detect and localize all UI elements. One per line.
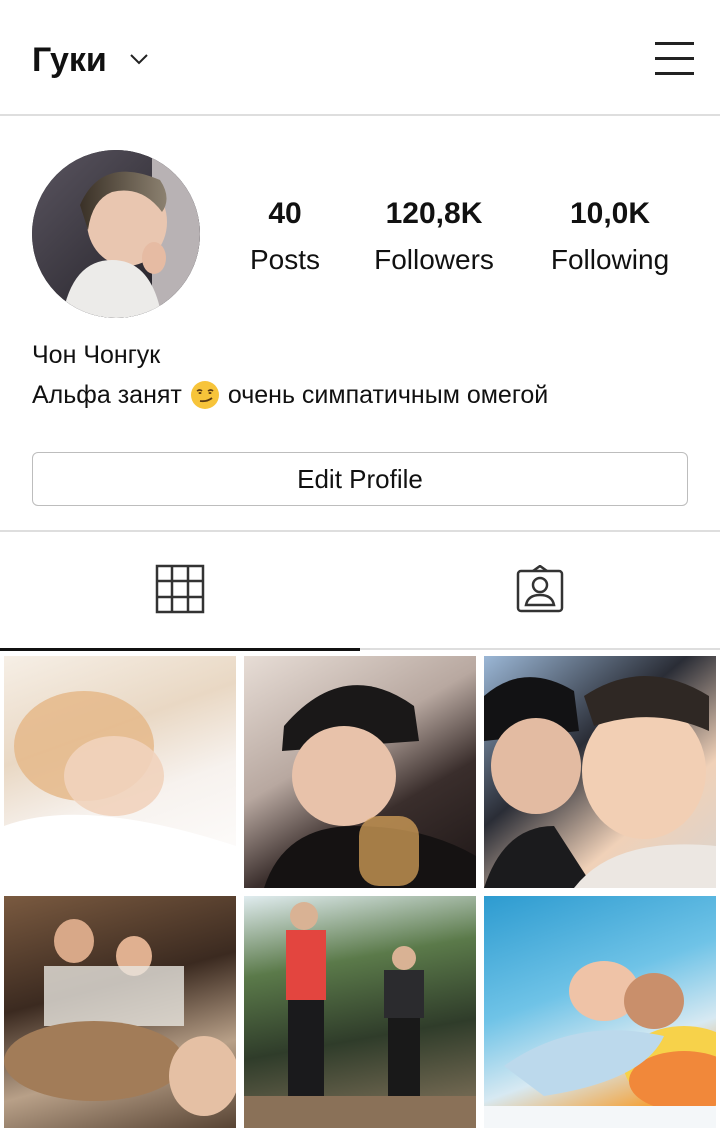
followers-count: 120,8K [385, 197, 483, 230]
posts-label: Posts [249, 244, 321, 275]
posts-count: 40 [268, 197, 302, 230]
post-thumbnail-4[interactable] [4, 896, 236, 1128]
tab-tagged[interactable] [360, 532, 720, 650]
posts-stat[interactable]: 40 Posts [230, 196, 340, 278]
tab-divider [360, 648, 720, 650]
profile-full-name: Чон Чонгук [32, 341, 161, 369]
profile-bio: Альфа занят очень симпатичным омегой [32, 378, 548, 412]
edit-profile-button[interactable]: Edit Profile [32, 452, 688, 506]
post-thumbnail-1[interactable] [4, 656, 236, 888]
active-tab-indicator [0, 648, 360, 651]
followers-label: Followers [374, 244, 494, 275]
top-bar: Гуки [0, 0, 720, 116]
post-thumbnail-3[interactable] [484, 656, 716, 888]
tab-posts-grid[interactable] [0, 532, 360, 650]
smirking-face-emoji [190, 380, 220, 410]
following-label: Following [550, 244, 670, 275]
post-thumbnail-6[interactable] [484, 896, 716, 1128]
following-stat[interactable]: 10,0K Following [532, 196, 688, 278]
grid-icon [155, 564, 205, 619]
bio-text-start: Альфа занят [32, 381, 182, 409]
post-thumbnail-5[interactable] [244, 896, 476, 1128]
tagged-person-icon [516, 563, 564, 618]
username-title[interactable]: Гуки [32, 38, 107, 82]
hamburger-menu-icon[interactable] [654, 40, 696, 81]
chevron-down-icon[interactable] [128, 48, 150, 75]
post-thumbnail-2[interactable] [244, 656, 476, 888]
following-count: 10,0K [569, 197, 651, 230]
followers-stat[interactable]: 120,8K Followers [352, 196, 516, 278]
bio-text-end: очень симпатичным омегой [227, 381, 549, 409]
avatar[interactable] [32, 150, 200, 318]
